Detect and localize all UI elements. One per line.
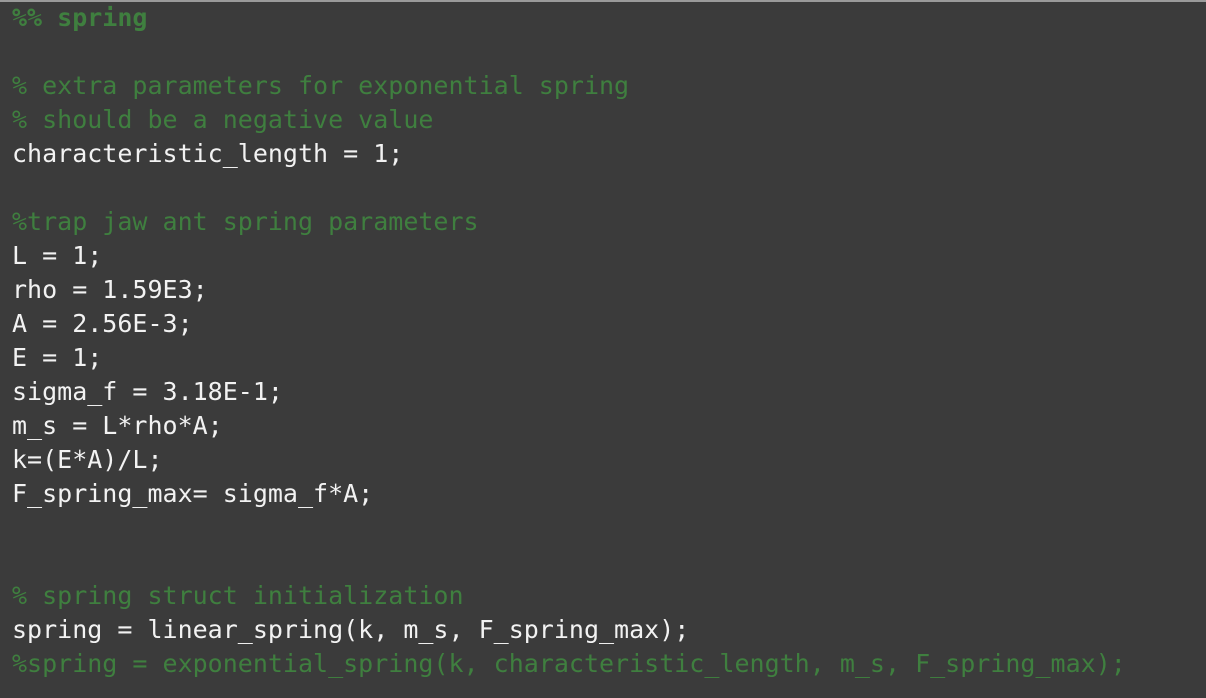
code-line-16[interactable] — [12, 511, 1202, 545]
code-line-17[interactable] — [12, 545, 1202, 579]
code-line-7[interactable]: %trap jaw ant spring parameters — [12, 205, 1202, 239]
code-line-13[interactable]: m_s = L*rho*A; — [12, 409, 1202, 443]
code-line-11[interactable]: E = 1; — [12, 341, 1202, 375]
code-line-14[interactable]: k=(E*A)/L; — [12, 443, 1202, 477]
code-line-2[interactable] — [12, 35, 1202, 69]
code-line-9[interactable]: rho = 1.59E3; — [12, 273, 1202, 307]
code-line-5[interactable]: characteristic_length = 1; — [12, 137, 1202, 171]
code-line-6[interactable] — [12, 171, 1202, 205]
code-line-18[interactable]: % spring struct initialization — [12, 579, 1202, 613]
code-line-8[interactable]: L = 1; — [12, 239, 1202, 273]
code-line-10[interactable]: A = 2.56E-3; — [12, 307, 1202, 341]
code-line-20[interactable]: %spring = exponential_spring(k, characte… — [12, 647, 1202, 681]
code-line-15[interactable]: F_spring_max= sigma_f*A; — [12, 477, 1202, 511]
code-editor[interactable]: %% spring % extra parameters for exponen… — [12, 1, 1202, 695]
code-line-3[interactable]: % extra parameters for exponential sprin… — [12, 69, 1202, 103]
code-line-12[interactable]: sigma_f = 3.18E-1; — [12, 375, 1202, 409]
code-line-1[interactable]: %% spring — [12, 1, 1202, 35]
code-line-4[interactable]: % should be a negative value — [12, 103, 1202, 137]
code-line-19[interactable]: spring = linear_spring(k, m_s, F_spring_… — [12, 613, 1202, 647]
